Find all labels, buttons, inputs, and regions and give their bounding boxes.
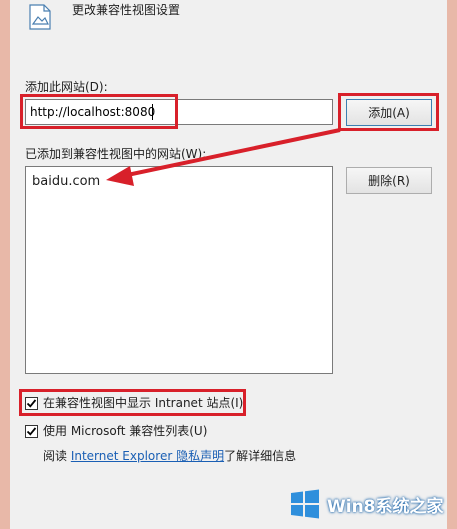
microsoft-list-checkbox[interactable]: [25, 425, 38, 438]
text-caret: [152, 104, 153, 120]
dialog-title: 更改兼容性视图设置: [72, 3, 181, 17]
remove-button[interactable]: 删除(R): [346, 167, 432, 194]
added-sites-list[interactable]: baidu.com: [25, 166, 333, 374]
privacy-footer: 阅读 Internet Explorer 隐私声明了解详细信息: [43, 448, 296, 464]
add-site-label: 添加此网站(D):: [25, 80, 108, 94]
checkmark-icon: [26, 427, 37, 436]
list-item[interactable]: baidu.com: [31, 173, 101, 191]
privacy-prefix: 阅读: [43, 449, 71, 463]
watermark-text: Win8系统之家: [327, 496, 444, 517]
window-border-right: [447, 0, 457, 529]
watermark: Win8系统之家: [289, 488, 444, 520]
add-button[interactable]: 添加(A): [346, 99, 432, 126]
checkmark-icon: [26, 399, 37, 408]
add-site-input[interactable]: [25, 99, 333, 125]
privacy-suffix: 了解详细信息: [224, 449, 297, 463]
added-sites-label: 已添加到兼容性视图中的网站(W):: [25, 147, 207, 161]
intranet-option-label[interactable]: 在兼容性视图中显示 Intranet 站点(I): [43, 395, 243, 411]
compatibility-view-icon: [28, 4, 52, 30]
windows-logo-icon: [291, 489, 319, 519]
window-border-left: [0, 0, 10, 529]
intranet-checkbox[interactable]: [25, 397, 38, 410]
privacy-statement-link[interactable]: Internet Explorer 隐私声明: [71, 449, 224, 463]
microsoft-list-option-label[interactable]: 使用 Microsoft 兼容性列表(U): [43, 423, 207, 439]
